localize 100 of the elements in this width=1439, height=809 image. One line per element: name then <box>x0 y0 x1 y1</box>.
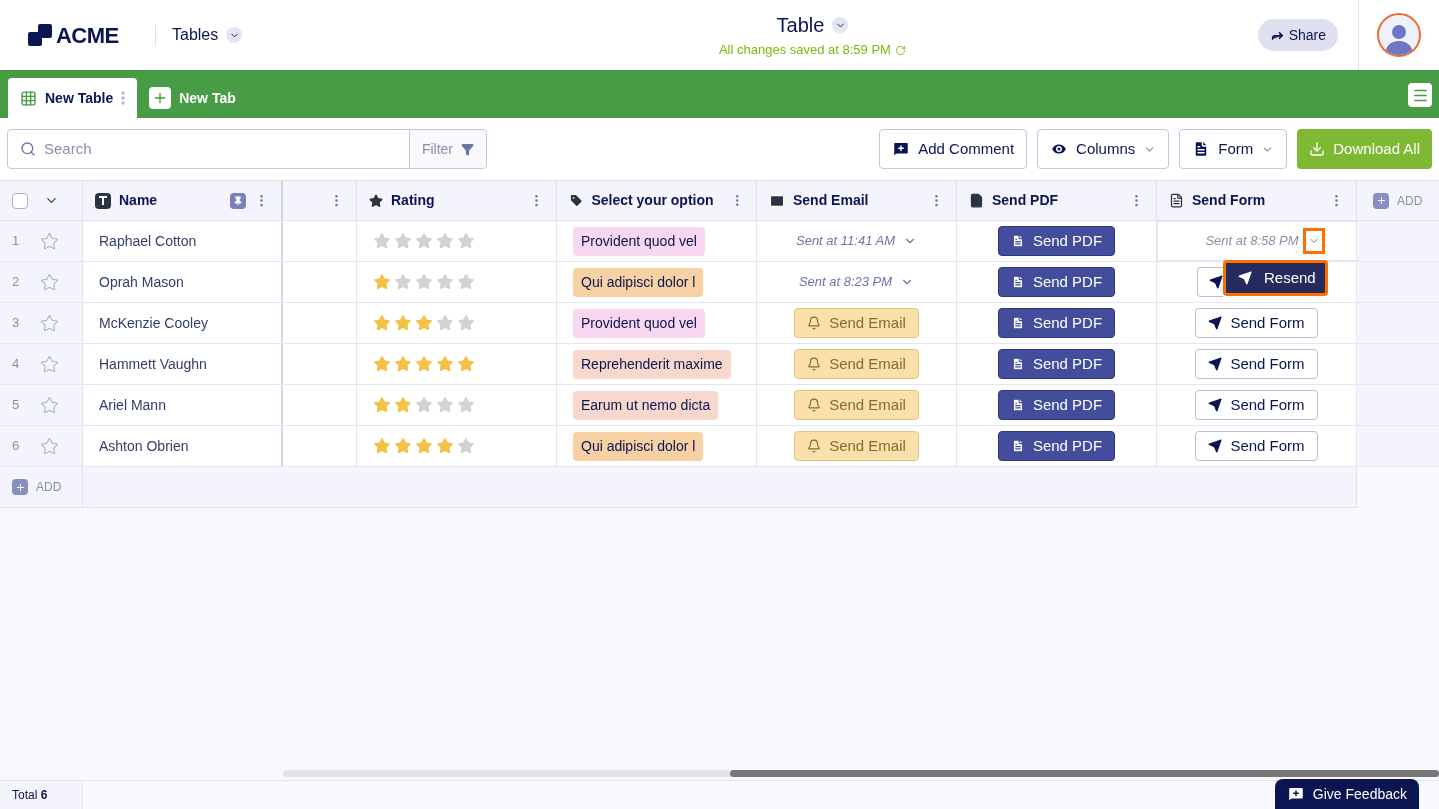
send-form-button[interactable]: Send Form <box>1195 308 1318 338</box>
tab[interactable]: New Table <box>8 78 138 118</box>
star-icon <box>415 396 433 414</box>
column-header[interactable]: Send Form <box>1157 181 1357 220</box>
send-form-button[interactable] <box>1196 267 1223 297</box>
columns-dropdown[interactable]: Columns <box>1037 129 1170 169</box>
star-icon <box>436 232 454 250</box>
column-header[interactable]: Send Email <box>757 181 957 220</box>
star-icon[interactable] <box>40 436 59 456</box>
column-title: Send PDF <box>992 191 1059 210</box>
star-icon <box>415 314 433 332</box>
name-cell: Hammett Vaughn <box>83 344 283 384</box>
send-pdf-button[interactable]: Send PDF <box>997 226 1116 256</box>
file-icon <box>1010 439 1025 453</box>
star-icon <box>457 437 475 455</box>
resend-menu[interactable]: Resend <box>1223 260 1328 296</box>
star-icon <box>394 437 412 455</box>
file-icon <box>1010 398 1025 412</box>
star-rating[interactable] <box>373 314 475 332</box>
send-email-button[interactable]: Send Email <box>794 349 919 379</box>
send-form-button[interactable]: Send Form <box>1195 431 1318 461</box>
star-icon[interactable] <box>40 354 59 374</box>
star-icon[interactable] <box>40 272 59 292</box>
option-tag: Qui adipisci dolor l <box>573 267 704 297</box>
sent-time: Sent at 11:41 AM <box>796 232 895 251</box>
star-icon <box>369 193 383 208</box>
pin-icon[interactable] <box>230 192 246 209</box>
feedback-icon <box>1286 785 1305 803</box>
star-rating[interactable] <box>373 396 475 414</box>
send-email-button[interactable]: Send Email <box>794 308 919 338</box>
star-icon <box>394 396 412 414</box>
column-header[interactable]: Rating <box>357 181 557 220</box>
star-icon <box>394 273 412 291</box>
star-icon <box>436 437 454 455</box>
paper-plane-icon <box>1238 271 1252 285</box>
menu-button[interactable] <box>1408 83 1432 107</box>
send-email-button[interactable]: Send Email <box>794 390 919 420</box>
title-dropdown[interactable]: Table <box>776 10 849 41</box>
chevron-down-icon <box>226 27 243 43</box>
star-icon[interactable] <box>40 231 59 251</box>
scrollbar-thumb[interactable] <box>730 770 1439 777</box>
file-icon <box>1010 234 1025 248</box>
bell-icon <box>807 398 822 412</box>
option-tag: Reprehenderit maxime <box>573 349 731 379</box>
send-email-button[interactable]: Send Email <box>794 431 919 461</box>
bell-icon <box>807 439 822 453</box>
star-icon <box>457 355 475 373</box>
give-feedback-button[interactable]: Give Feedback <box>1274 779 1419 809</box>
name-cell: Oprah Mason <box>83 262 283 302</box>
star-rating[interactable] <box>373 273 475 291</box>
star-icon <box>436 314 454 332</box>
share-button[interactable]: Share <box>1257 19 1338 51</box>
star-rating[interactable] <box>373 232 475 250</box>
column-title: Select your option <box>591 191 714 210</box>
star-icon[interactable] <box>40 395 59 415</box>
star-icon <box>373 273 391 291</box>
star-icon <box>394 314 412 332</box>
name-cell: Ashton Obrien <box>83 426 283 466</box>
star-rating[interactable] <box>373 355 475 373</box>
column-header[interactable]: Select your option <box>557 181 757 220</box>
total-count: Total 6 <box>12 787 48 804</box>
logo-text: ACME <box>56 21 119 50</box>
comment-icon <box>892 140 911 158</box>
star-icon <box>373 396 391 414</box>
star-icon <box>415 273 433 291</box>
section-dropdown[interactable]: Tables <box>172 23 243 47</box>
star-icon <box>436 355 454 373</box>
select-all-checkbox[interactable] <box>12 192 28 209</box>
download-icon <box>1309 141 1326 157</box>
form-dropdown[interactable]: Form <box>1179 129 1288 169</box>
column-title: Rating <box>391 191 435 210</box>
send-pdf-button[interactable]: Send PDF <box>997 267 1116 297</box>
row-number: 2 <box>12 273 21 292</box>
star-icon <box>457 314 475 332</box>
option-tag: Provident quod vel <box>573 308 705 338</box>
add-comment-button[interactable]: Add Comment <box>879 129 1028 169</box>
star-icon <box>457 232 475 250</box>
column-header[interactable]: Send PDF <box>957 181 1157 220</box>
send-form-button[interactable]: Send Form <box>1195 349 1318 379</box>
row-number: 5 <box>12 396 21 415</box>
send-pdf-button[interactable]: Send PDF <box>997 308 1116 338</box>
paper-plane-icon <box>1208 357 1223 371</box>
star-icon <box>373 355 391 373</box>
plus-icon <box>12 479 28 495</box>
send-pdf-button[interactable]: Send PDF <box>997 431 1116 461</box>
send-form-button[interactable]: Send Form <box>1195 390 1318 420</box>
star-icon <box>457 273 475 291</box>
star-icon <box>394 355 412 373</box>
send-pdf-button[interactable]: Send PDF <box>997 390 1116 420</box>
row-number: 1 <box>12 232 21 251</box>
send-pdf-button[interactable]: Send PDF <box>997 349 1116 379</box>
form-icon <box>1169 193 1184 208</box>
logo-icon <box>28 24 52 46</box>
chevron-down-icon <box>832 17 849 34</box>
star-rating[interactable] <box>373 437 475 455</box>
option-tag: Qui adipisci dolor l <box>573 431 704 461</box>
star-icon[interactable] <box>40 313 59 333</box>
avatar[interactable] <box>1377 13 1421 57</box>
plus-icon <box>149 87 172 109</box>
star-icon <box>415 437 433 455</box>
